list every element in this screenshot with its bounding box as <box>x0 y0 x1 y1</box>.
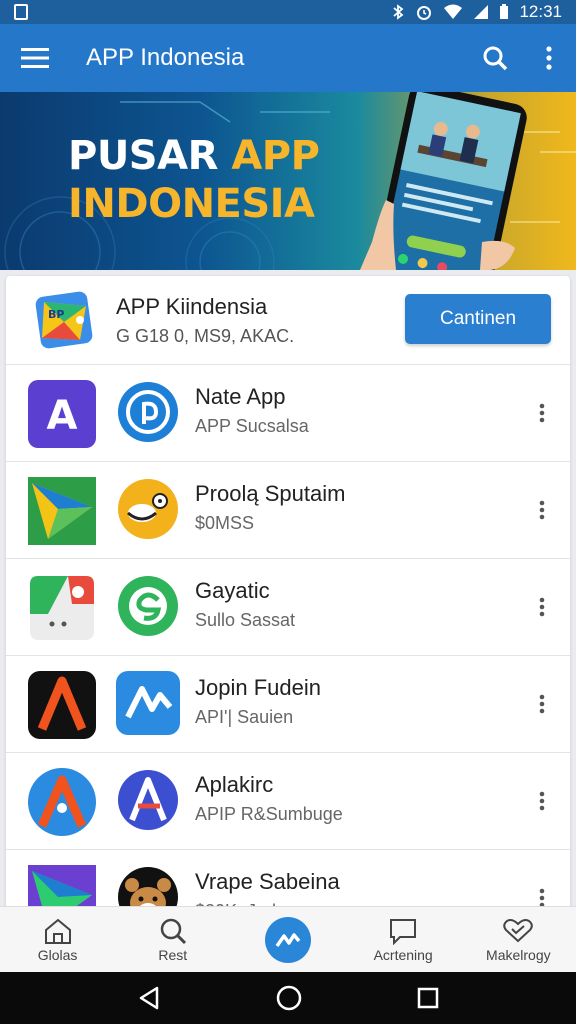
app-list-card: BP APP Kiindensia G G18 0, MS9, AKAC. Ca… <box>6 276 570 976</box>
row-more-button[interactable] <box>532 395 552 431</box>
signal-icon <box>474 5 489 19</box>
app-thumbnail: A <box>28 380 96 448</box>
nav-marketplace-label: Makelrogy <box>486 946 551 963</box>
home-circle-icon[interactable] <box>276 985 302 1011</box>
recents-icon[interactable] <box>417 987 439 1009</box>
search-icon <box>483 46 508 71</box>
heart-hands-icon <box>503 918 534 942</box>
list-item[interactable]: Gayatic Sullo Sassat <box>6 558 570 655</box>
nav-search-label: Rest <box>158 946 188 963</box>
search-button[interactable] <box>468 24 522 92</box>
svg-text:BP: BP <box>48 308 64 321</box>
more-vert-icon <box>546 46 552 70</box>
menu-icon <box>21 48 49 68</box>
featured-app-logo: BP <box>35 291 93 349</box>
app-bar: APP Indonesia <box>0 24 576 92</box>
app-thumbnail <box>28 671 96 739</box>
wifi-icon <box>444 4 463 19</box>
nav-search[interactable]: Rest <box>115 907 230 972</box>
search-icon <box>160 918 186 944</box>
row-more-button[interactable] <box>532 686 552 722</box>
app-thumbnail <box>30 576 94 640</box>
more-vert-icon <box>539 597 545 617</box>
trending-icon <box>275 932 301 947</box>
list-item[interactable]: Aplakirc APIP R&Sumbuge <box>6 752 570 849</box>
app-title: APP Indonesia <box>86 44 245 71</box>
app-subtitle: $0MSS <box>195 513 255 533</box>
banner-title-word2: APP <box>231 133 320 179</box>
continue-button[interactable]: Cantinen <box>405 294 551 344</box>
app-subtitle: API'| Sauien <box>195 707 294 727</box>
banner-title-line2: INDONESIA <box>68 181 315 227</box>
list-item[interactable]: A Nate App APP Sucsalsa <box>6 364 570 461</box>
nav-home[interactable]: Glolas <box>0 907 115 972</box>
banner-title-word1: PUSAR <box>68 133 218 179</box>
overflow-menu-button[interactable] <box>522 24 576 92</box>
svg-text:A: A <box>47 393 78 439</box>
list-item[interactable]: Jopin Fudein API'| Sauien <box>6 655 570 752</box>
more-vert-icon <box>539 694 545 714</box>
featured-app-name: APP Kiindensia <box>116 294 268 319</box>
app-subtitle: APIP R&Sumbuge <box>195 804 343 824</box>
app-name: Vrape Sabeina <box>195 869 340 894</box>
sim-card-icon <box>14 4 28 20</box>
chat-bubble-icon <box>390 918 417 945</box>
more-vert-icon <box>539 403 545 423</box>
status-bar: 12:31 <box>0 0 576 24</box>
more-vert-icon <box>539 791 545 811</box>
more-vert-icon <box>539 888 545 908</box>
row-more-button[interactable] <box>532 492 552 528</box>
app-name: Aplakirc <box>195 772 274 797</box>
nav-center[interactable] <box>230 907 345 972</box>
app-icon <box>116 671 180 735</box>
nav-activity[interactable]: Acrtening <box>346 907 461 972</box>
system-navigation-bar <box>0 972 576 1024</box>
featured-app-meta: G G18 0, MS9, AKAC. <box>116 326 295 346</box>
list-item[interactable]: Proolą Sputaim $0MSS <box>6 461 570 558</box>
app-thumbnail <box>28 477 96 545</box>
row-more-button[interactable] <box>532 783 552 819</box>
app-thumbnail <box>28 768 96 836</box>
app-name: Gayatic <box>195 578 270 603</box>
nav-marketplace[interactable]: Makelrogy <box>461 907 576 972</box>
home-icon <box>44 918 71 944</box>
app-subtitle: APP Sucsalsa <box>195 416 309 436</box>
menu-button[interactable] <box>0 24 70 92</box>
center-action-button[interactable] <box>264 916 311 963</box>
more-vert-icon <box>539 500 545 520</box>
app-subtitle: Sullo Sassat <box>195 610 296 630</box>
nav-activity-label: Acrtening <box>373 946 433 963</box>
back-icon[interactable] <box>137 986 161 1010</box>
bluetooth-icon <box>393 4 404 20</box>
status-time: 12:31 <box>519 2 562 21</box>
app-name: Jopin Fudein <box>195 675 321 700</box>
app-name: Proolą Sputaim <box>195 481 346 506</box>
battery-icon <box>500 4 509 19</box>
promo-banner[interactable]: PUSAR APP INDONESIA <box>0 92 576 270</box>
app-icon <box>118 576 178 636</box>
app-icon <box>118 479 178 539</box>
row-more-button[interactable] <box>532 589 552 625</box>
featured-app[interactable]: BP APP Kiindensia G G18 0, MS9, AKAC. Ca… <box>6 276 570 364</box>
alarm-icon <box>417 6 432 20</box>
bottom-navigation: Glolas Rest Acrtening Makelrogy <box>0 906 576 972</box>
app-icon <box>118 770 178 830</box>
app-icon <box>118 382 178 442</box>
nav-home-label: Glolas <box>37 946 78 963</box>
app-name: Nate App <box>195 384 286 409</box>
